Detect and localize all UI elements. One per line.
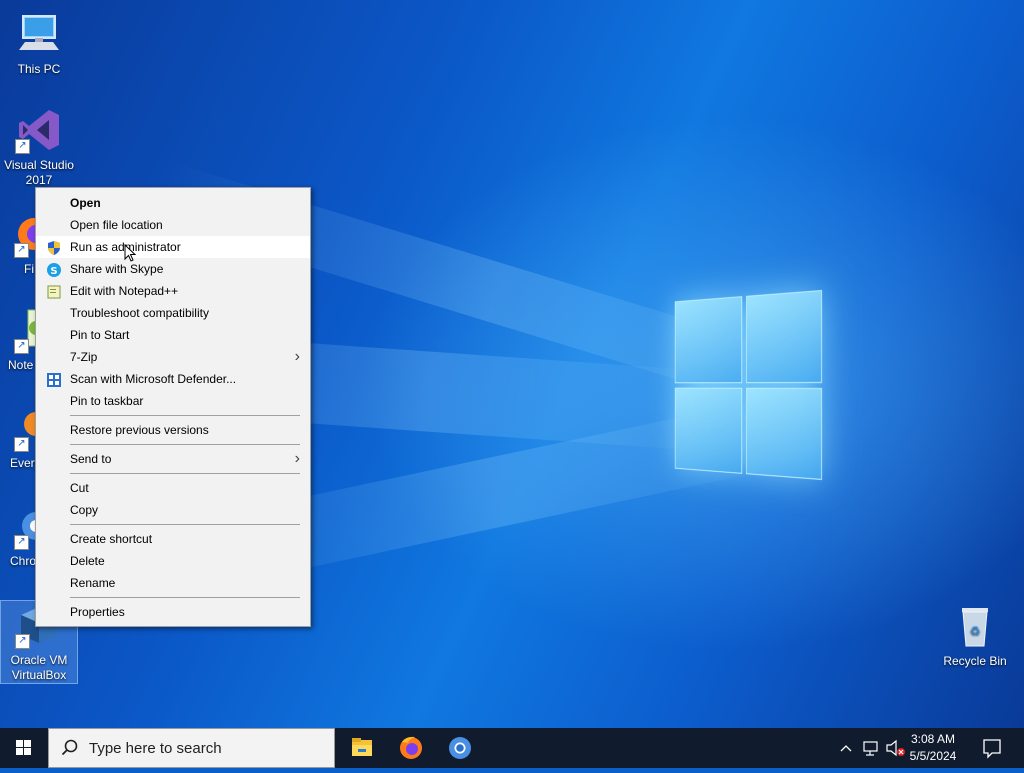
shortcut-arrow-icon: ↗ [14,437,29,452]
taskbar-file-explorer[interactable] [338,728,386,768]
recycle-bin-icon: ♻ [951,602,999,650]
shortcut-arrow-icon: ↗ [14,243,29,258]
menu-item-share-with-skype[interactable]: S Share with Skype [36,258,310,280]
menu-separator [70,597,300,598]
notification-icon [983,739,1001,759]
svg-text:S: S [50,266,57,277]
menu-item-rename[interactable]: Rename [36,572,310,594]
menu-item-properties[interactable]: Properties [36,601,310,623]
windows-start-icon [16,740,31,755]
context-menu: Open Open file location Run as administr… [35,187,311,627]
menu-item-create-shortcut[interactable]: Create shortcut [36,528,310,550]
desktop-icon-label: Oracle VM VirtualBox [10,653,68,682]
notepad-plus-plus-icon [47,284,61,299]
svg-text:♻: ♻ [970,624,981,638]
taskbar-chrome[interactable] [436,728,484,768]
desktop-icon-label: Visual Studio 2017 [4,158,74,187]
menu-item-copy[interactable]: Copy [36,499,310,521]
menu-item-cut[interactable]: Cut [36,477,310,499]
tray-network[interactable] [860,728,882,768]
menu-item-restore-previous-versions[interactable]: Restore previous versions [36,419,310,441]
menu-item-open[interactable]: Open [36,192,310,214]
action-center-button[interactable] [978,728,1006,768]
menu-item-pin-to-start[interactable]: Pin to Start [36,324,310,346]
menu-item-run-as-administrator[interactable]: Run as administrator [36,236,310,258]
taskbar-clock[interactable]: 3:08 AM 5/5/2024 [898,731,968,765]
firefox-icon [400,736,422,759]
menu-separator [70,473,300,474]
file-explorer-icon [352,738,372,756]
menu-item-send-to[interactable]: Send to › [36,448,310,470]
menu-item-7zip[interactable]: 7-Zip › [36,346,310,368]
defender-icon [47,372,61,387]
shortcut-arrow-icon: ↗ [14,339,29,354]
menu-separator [70,524,300,525]
desktop-icon-this-pc[interactable]: This PC [1,10,77,77]
desktop-icon-visual-studio[interactable]: ↗ Visual Studio 2017 [1,106,77,188]
desktop-icon-label: Recycle Bin [943,654,1007,668]
start-button[interactable] [0,728,48,768]
menu-item-pin-to-taskbar[interactable]: Pin to taskbar [36,390,310,412]
skype-icon: S [47,262,61,277]
desktop-icon-label: This PC [17,62,61,76]
menu-item-delete[interactable]: Delete [36,550,310,572]
shortcut-arrow-icon: ↗ [15,139,30,154]
menu-item-troubleshoot-compatibility[interactable]: Troubleshoot compatibility [36,302,310,324]
desktop-icon-recycle-bin[interactable]: ♻ Recycle Bin [937,602,1013,669]
chrome-icon [449,737,471,759]
chevron-up-icon [840,745,852,752]
clock-time: 3:08 AM [910,732,956,746]
taskbar-firefox[interactable] [387,728,435,768]
taskbar-search-box[interactable]: Type here to search [48,728,335,768]
taskbar: Type here to search 3:08 AM 5/5/2024 [0,728,1024,768]
menu-separator [70,415,300,416]
mouse-cursor-icon [124,244,136,262]
shortcut-arrow-icon: ↗ [15,634,30,649]
menu-item-open-file-location[interactable]: Open file location [36,214,310,236]
network-icon [863,741,878,756]
monitor-icon [15,10,63,58]
menu-item-edit-with-notepad[interactable]: Edit with Notepad++ [36,280,310,302]
tray-show-hidden[interactable] [838,728,854,768]
chevron-right-icon: › [294,348,300,365]
clock-date: 5/5/2024 [909,749,957,763]
search-placeholder: Type here to search [89,740,222,757]
uac-shield-icon [47,240,61,255]
search-icon [61,739,78,756]
visual-studio-icon: ↗ [15,106,63,154]
menu-separator [70,444,300,445]
windows-logo [674,290,822,480]
menu-item-scan-with-defender[interactable]: Scan with Microsoft Defender... [36,368,310,390]
chevron-right-icon: › [294,450,300,467]
shortcut-arrow-icon: ↗ [14,535,29,550]
